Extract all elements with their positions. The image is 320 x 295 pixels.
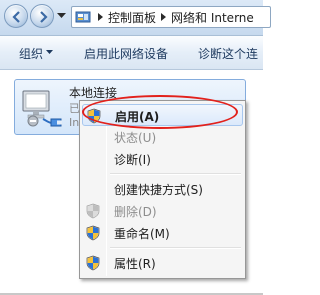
control-panel-icon	[75, 9, 91, 25]
menu-item-properties[interactable]: 属性(R)	[82, 252, 243, 274]
address-area: 控制面板 网络和 Interne	[0, 0, 271, 36]
back-button[interactable]	[4, 4, 28, 28]
highlight-annotation-ellipse	[82, 95, 238, 129]
menu-separator	[110, 173, 241, 175]
uac-shield-icon	[85, 225, 101, 241]
chevron-right-icon[interactable]	[161, 13, 167, 21]
forward-arrow-icon	[40, 11, 48, 23]
back-arrow-icon	[12, 11, 20, 23]
menu-item-rename[interactable]: 重命名(M)	[82, 222, 243, 244]
diagnose-connection-button[interactable]: 诊断这个连	[198, 45, 258, 62]
uac-shield-icon	[85, 203, 101, 219]
connection-device-text: In	[69, 116, 80, 129]
menu-separator	[110, 247, 241, 249]
menu-item-diagnose-label: 诊断(I)	[114, 153, 151, 167]
menu-item-create-shortcut[interactable]: 创建快捷方式(S)	[82, 178, 243, 200]
address-box[interactable]: 控制面板 网络和 Interne	[71, 6, 271, 28]
network-adapter-icon	[19, 85, 65, 134]
menu-item-rename-label: 重命名(M)	[114, 227, 170, 241]
menu-item-status[interactable]: 状态(U)	[82, 126, 243, 148]
menu-item-create-shortcut-label: 创建快捷方式(S)	[114, 183, 203, 197]
command-bar: 组织 启用此网络设备 诊断这个连	[0, 36, 263, 70]
recent-pages-chevron-down-icon[interactable]	[57, 13, 66, 19]
breadcrumb-control-panel[interactable]: 控制面板	[108, 9, 156, 26]
enable-device-button[interactable]: 启用此网络设备	[84, 45, 168, 62]
menu-item-status-label: 状态(U)	[114, 131, 157, 145]
uac-shield-icon	[85, 255, 101, 271]
organize-chevron-down-icon[interactable]	[46, 50, 53, 55]
organize-button[interactable]: 组织	[19, 45, 43, 62]
forward-button[interactable]	[30, 4, 54, 28]
menu-item-properties-label: 属性(R)	[114, 257, 156, 271]
menu-item-diagnose[interactable]: 诊断(I)	[82, 148, 243, 170]
chevron-right-icon[interactable]	[98, 13, 103, 21]
menu-item-delete[interactable]: 删除(D)	[82, 200, 243, 222]
breadcrumb-network-internet[interactable]: 网络和 Interne	[171, 9, 254, 26]
menu-item-delete-label: 删除(D)	[114, 205, 157, 219]
